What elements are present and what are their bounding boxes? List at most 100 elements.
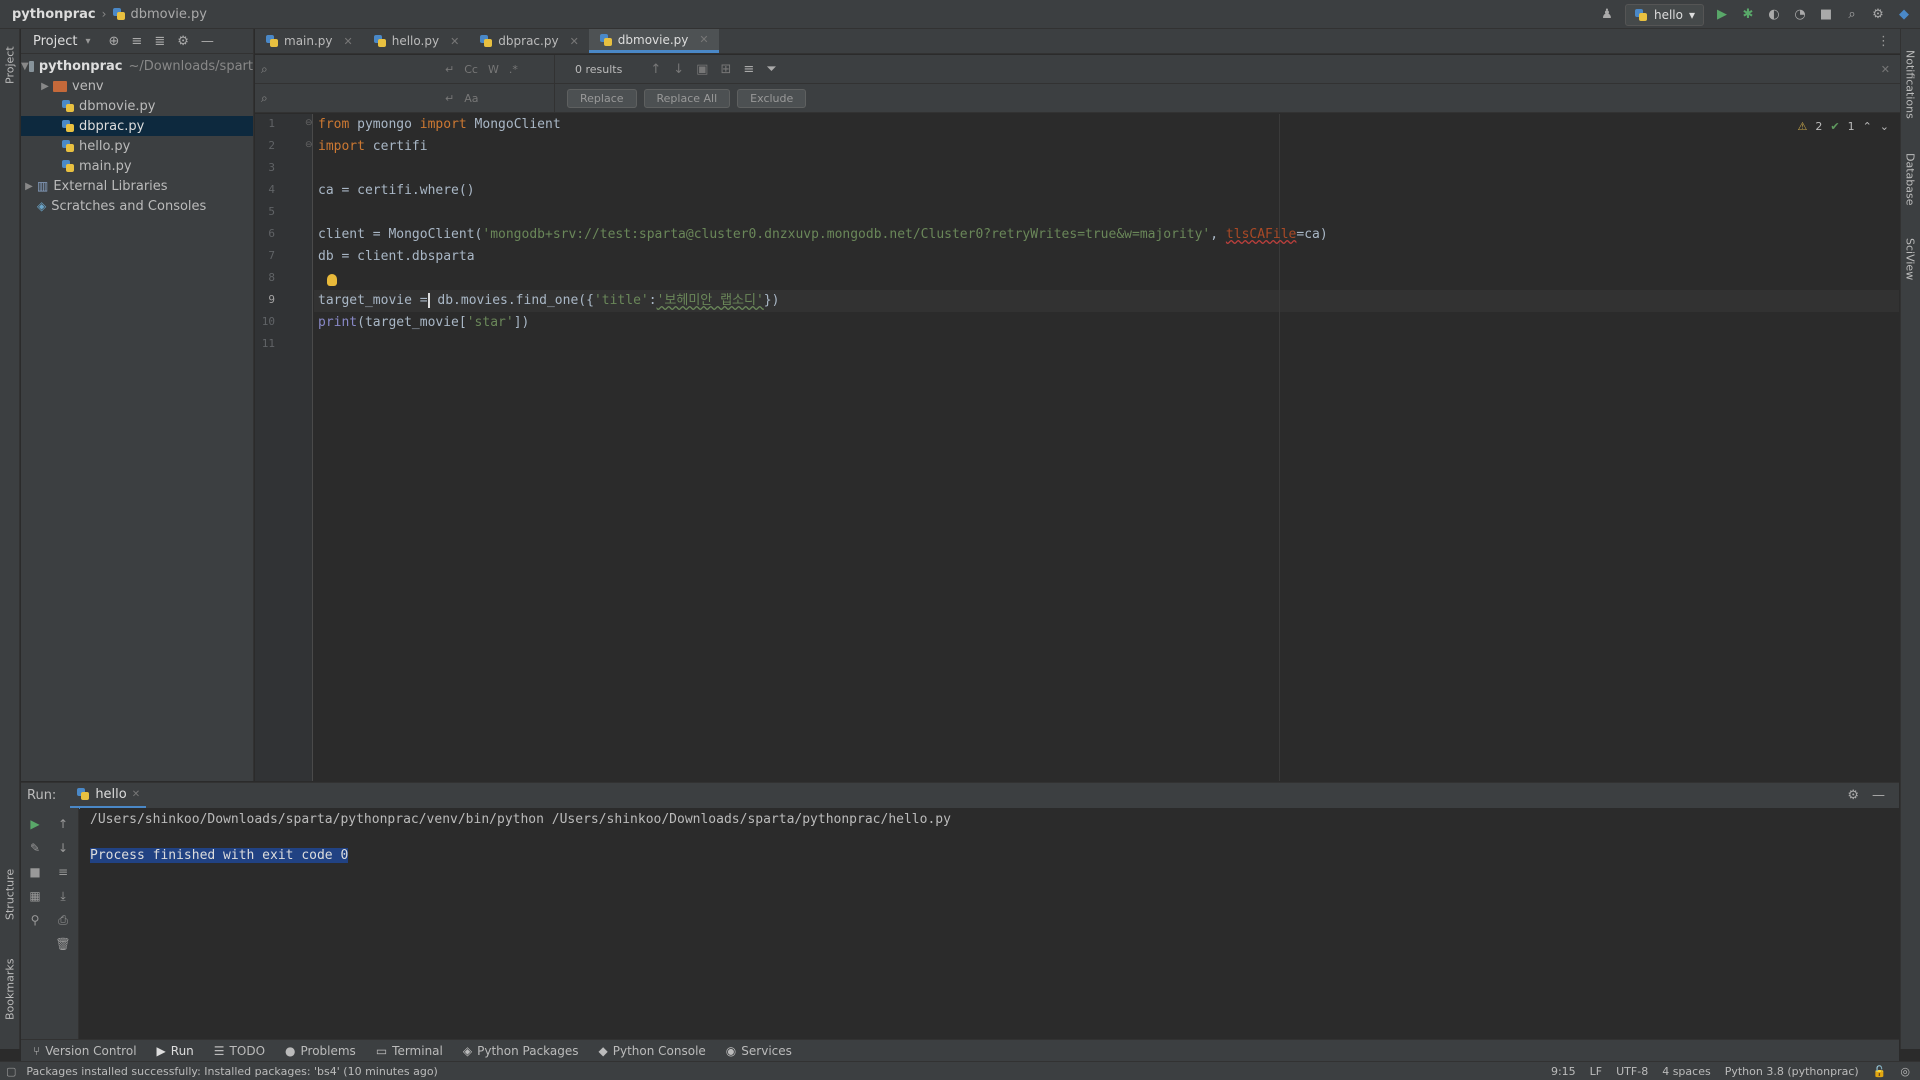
line-separator[interactable]: LF	[1590, 1065, 1602, 1078]
code-line-7[interactable]: db = client.dbsparta	[318, 246, 475, 268]
code-line-4[interactable]: ca = certifi.where()	[318, 180, 475, 202]
minimize-icon[interactable]: —	[1872, 788, 1885, 803]
tool-terminal[interactable]: ▭ Terminal	[376, 1044, 443, 1058]
collapse-arrow-icon[interactable]: ▶	[37, 81, 53, 92]
close-icon[interactable]: ✕	[132, 789, 140, 800]
arrow-up-icon[interactable]: ↑	[55, 816, 71, 832]
exclude-button[interactable]: Exclude	[737, 89, 807, 108]
filter-options-icon[interactable]: ≡	[743, 62, 754, 77]
multi-select-icon[interactable]: ⊞	[720, 62, 731, 77]
tree-root[interactable]: ▼ pythonprac ~/Downloads/spart	[21, 56, 253, 76]
chevron-down-icon[interactable]: ▾	[85, 36, 90, 47]
stop-icon[interactable]: ■	[1818, 7, 1834, 23]
replace-all-button[interactable]: Replace All	[643, 89, 731, 108]
gear-icon[interactable]: ⚙	[1847, 788, 1859, 803]
collapse-arrow-icon[interactable]: ▶	[21, 181, 37, 192]
search-icon[interactable]: ⌕	[1844, 7, 1860, 23]
layout-icon[interactable]: ▦	[27, 888, 43, 904]
close-icon[interactable]: ✕	[699, 33, 708, 46]
tool-problems[interactable]: ● Problems	[285, 1044, 356, 1058]
tree-item-dbprac[interactable]: dbprac.py	[21, 116, 253, 136]
layout-toggle-icon[interactable]: ▢	[6, 1065, 16, 1078]
lightbulb-icon[interactable]	[327, 274, 337, 286]
side-tab-structure[interactable]: Structure	[0, 859, 20, 929]
stop-icon[interactable]: ■	[27, 864, 43, 880]
tree-item-hello[interactable]: hello.py	[21, 136, 253, 156]
close-icon[interactable]: ✕	[1881, 63, 1890, 76]
run-icon[interactable]: ▶	[1714, 7, 1730, 23]
tool-todo[interactable]: ☰ TODO	[214, 1044, 265, 1058]
tree-item-external-libraries[interactable]: ▶ ▥ External Libraries	[21, 176, 253, 196]
pin-icon[interactable]: ⚲	[27, 912, 43, 928]
update-icon[interactable]: ◆	[1896, 7, 1912, 23]
code-line-1[interactable]: from pymongo import MongoClient	[318, 114, 561, 136]
tree-item-venv[interactable]: ▶ venv	[21, 76, 253, 96]
soft-wrap-icon[interactable]: ≡	[55, 864, 71, 880]
side-tab-database[interactable]: Database	[1900, 144, 1920, 214]
arrow-down-icon[interactable]: ↓	[55, 840, 71, 856]
regex-toggle[interactable]: .*	[509, 63, 518, 76]
close-icon[interactable]: ✕	[570, 35, 579, 48]
run-console[interactable]: /Users/shinkoo/Downloads/sparta/pythonpr…	[80, 808, 1899, 1039]
code-editor[interactable]: from pymongo import MongoClient import c…	[314, 114, 1899, 781]
locate-icon[interactable]: ⊕	[109, 34, 120, 49]
minimize-icon[interactable]: —	[201, 34, 214, 49]
inspection-widget[interactable]: ⚠ 2 ✔ 1 ⌃ ⌄	[1797, 120, 1889, 133]
run-config-selector[interactable]: hello ▾	[1624, 3, 1704, 26]
replace-input[interactable]: ⌕	[255, 84, 555, 113]
tab-hello[interactable]: hello.py ✕	[363, 29, 470, 53]
project-panel-title[interactable]: Project	[33, 34, 77, 49]
code-line-2[interactable]: import certifi	[318, 136, 428, 158]
tool-python-console[interactable]: ◆ Python Console	[599, 1044, 706, 1058]
trash-icon[interactable]: 🗑	[55, 936, 71, 952]
side-tab-bookmarks[interactable]: Bookmarks	[0, 949, 20, 1029]
collapse-all-icon[interactable]: ≣	[154, 34, 165, 49]
breadcrumb-file[interactable]: dbmovie.py	[112, 7, 207, 22]
chevron-up-icon[interactable]: ⌃	[1863, 120, 1872, 133]
select-all-occurrences-icon[interactable]: ▣	[696, 62, 708, 77]
indent-setting[interactable]: 4 spaces	[1662, 1065, 1711, 1078]
lock-icon[interactable]: 🔓	[1873, 1065, 1887, 1078]
chevron-down-icon[interactable]: ⌄	[1880, 120, 1889, 133]
newline-icon[interactable]: ↵	[445, 92, 454, 105]
tool-services[interactable]: ◉ Services	[726, 1044, 792, 1058]
fold-icon[interactable]: ⊖	[305, 118, 313, 128]
tree-item-dbmovie[interactable]: dbmovie.py	[21, 96, 253, 116]
user-icon[interactable]: ♟	[1599, 7, 1615, 23]
gear-icon[interactable]: ⚙	[1870, 7, 1886, 23]
side-tab-sciview[interactable]: SciView	[1900, 229, 1920, 289]
cursor-position[interactable]: 9:15	[1551, 1065, 1576, 1078]
side-tab-project[interactable]: Project	[0, 35, 20, 95]
replace-button[interactable]: Replace	[567, 89, 637, 108]
expand-arrow-icon[interactable]: ▼	[21, 61, 29, 72]
scroll-to-end-icon[interactable]: ⤓	[55, 888, 71, 904]
tree-item-main[interactable]: main.py	[21, 156, 253, 176]
project-name[interactable]: pythonprac	[12, 7, 96, 22]
newline-icon[interactable]: ↵	[445, 63, 454, 76]
wrench-icon[interactable]: ✎	[27, 840, 43, 856]
tab-dbprac[interactable]: dbprac.py ✕	[469, 29, 589, 53]
file-encoding[interactable]: UTF-8	[1616, 1065, 1648, 1078]
interpreter-setting[interactable]: Python 3.8 (pythonprac)	[1725, 1065, 1859, 1078]
tool-version-control[interactable]: ⑂ Version Control	[33, 1044, 137, 1058]
arrow-up-icon[interactable]: ↑	[650, 62, 661, 77]
tab-main[interactable]: main.py ✕	[255, 29, 363, 53]
tool-python-packages[interactable]: ◈ Python Packages	[463, 1044, 579, 1058]
profile-icon[interactable]: ◔	[1792, 7, 1808, 23]
fold-icon[interactable]: ⊖	[305, 140, 313, 150]
rerun-icon[interactable]: ▶	[27, 816, 43, 832]
tab-dbmovie[interactable]: dbmovie.py ✕	[588, 29, 719, 53]
close-icon[interactable]: ✕	[344, 35, 353, 48]
code-line-9[interactable]: target_movie = db.movies.find_one({'titl…	[318, 290, 779, 312]
side-tab-notifications[interactable]: Notifications	[1900, 39, 1920, 129]
code-line-10[interactable]: print(target_movie['star'])	[318, 312, 529, 334]
whole-word-toggle[interactable]: W	[488, 63, 499, 76]
print-icon[interactable]: ⎙	[55, 912, 71, 928]
close-icon[interactable]: ✕	[450, 35, 459, 48]
preserve-case-icon[interactable]: Aa	[464, 92, 478, 105]
run-tab-hello[interactable]: hello ✕	[70, 783, 147, 809]
gear-icon[interactable]: ⚙	[177, 34, 189, 49]
arrow-down-icon[interactable]: ↓	[673, 62, 684, 77]
tool-run[interactable]: ▶ Run	[157, 1044, 194, 1058]
code-line-6[interactable]: client = MongoClient('mongodb+srv://test…	[318, 224, 1328, 246]
